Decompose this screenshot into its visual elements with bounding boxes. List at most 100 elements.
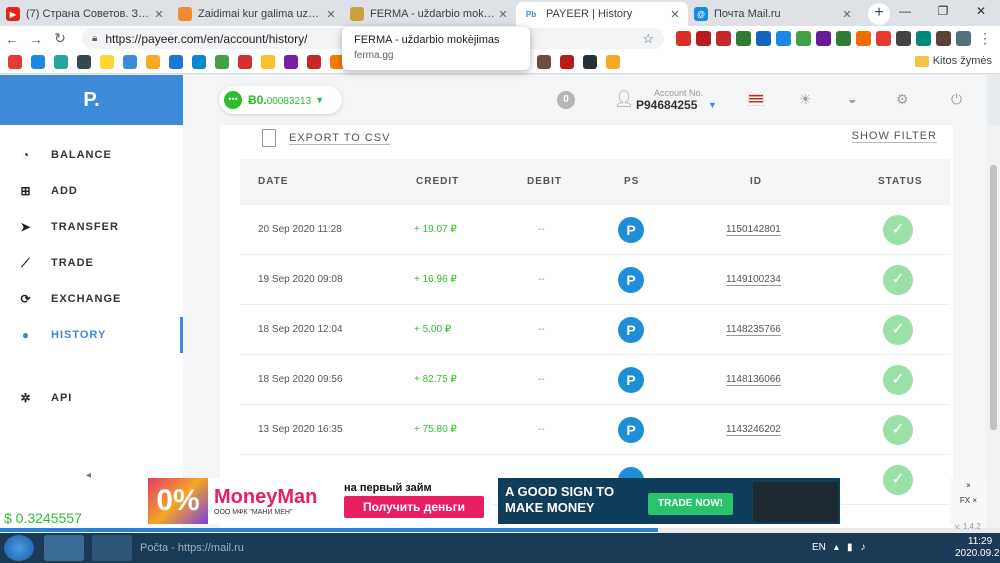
bookmark-icon[interactable] [537,55,551,69]
page-scrollbar[interactable] [987,125,1000,528]
bookmark-icon[interactable] [606,55,620,69]
close-tab-icon[interactable]: ✕ [496,8,510,21]
language-indicator[interactable]: EN [812,542,826,553]
sidebar-item-balance[interactable]: ◔ BALANCE [0,137,183,173]
row-id[interactable]: 1149100234 [726,255,781,305]
table-row[interactable]: 19 Sep 2020 09:08 + 16.96 ₽ -- P 1149100… [240,255,950,305]
bookmark-icon[interactable] [215,55,229,69]
browser-tab-active[interactable]: Pb PAYEER | History ✕ [516,2,688,26]
bookmark-icon[interactable] [123,55,137,69]
row-id[interactable]: 1143246202 [726,405,781,455]
column-header-credit[interactable]: CREDIT [416,159,459,205]
notifications-badge[interactable]: 0 [557,91,575,109]
show-filter-button[interactable]: SHOW FILTER [851,130,937,143]
extension-icon[interactable] [716,31,731,46]
trade-now-button[interactable]: TRADE NOW! [648,493,733,515]
close-tab-icon[interactable]: ✕ [668,8,682,21]
bookmark-icon[interactable] [31,55,45,69]
extension-icon[interactable] [796,31,811,46]
bookmark-icon[interactable] [238,55,252,69]
forward-icon[interactable]: → [24,31,48,47]
bookmark-icon[interactable] [307,55,321,69]
column-header-date[interactable]: DATE [258,159,288,205]
close-window-icon[interactable]: ✕ [962,0,1000,22]
ad-fx-label[interactable]: FX × [950,493,987,508]
export-csv-button[interactable]: EXPORT TO CSV [262,129,391,147]
bookmark-icon[interactable] [560,55,574,69]
taskbar-clock[interactable]: 11:29 2020.09.20 [955,536,1000,560]
bookmark-icon[interactable] [8,55,22,69]
extension-icon[interactable] [816,31,831,46]
taskbar-window-title[interactable]: Počta - https://mail.ru [140,542,244,554]
browser-tab[interactable]: FERMA - uždarbio mokėjimas ✕ [344,2,516,26]
extension-icon[interactable] [836,31,851,46]
bookmark-icon[interactable] [192,55,206,69]
extension-icon[interactable] [676,31,691,46]
sidebar-item-exchange[interactable]: ⟳ EXCHANGE [0,281,183,317]
bookmark-icon[interactable] [100,55,114,69]
extension-icon[interactable] [896,31,911,46]
extension-icon[interactable] [876,31,891,46]
sidebar-item-history[interactable]: ● HISTORY [0,317,183,353]
theme-sun-icon[interactable]: ☀ [799,91,812,108]
browser-tab[interactable]: Zaidimai kur galima uzsidirbti ti ✕ [172,2,344,26]
ad-cta-button[interactable]: Получить деньги [344,496,484,518]
extension-icon[interactable] [736,31,751,46]
extension-icon[interactable] [756,31,771,46]
extension-icon[interactable] [856,31,871,46]
payeer-logo[interactable]: P. [0,75,183,125]
scrollbar-thumb[interactable] [990,165,997,430]
bookmark-icon[interactable] [146,55,160,69]
balance-selector[interactable]: ••• Ƀ0.00083213 ▼ [219,86,342,114]
maximize-icon[interactable]: ❐ [924,0,962,22]
language-flag-icon[interactable] [748,94,764,106]
network-icon[interactable]: ▮ [847,542,853,553]
row-id[interactable]: 1148235766 [726,305,781,355]
back-icon[interactable]: ← [0,31,24,47]
close-tab-icon[interactable]: ✕ [152,8,166,21]
moneyman-ad-banner[interactable]: 0% MoneyMan ООО МФК "МАНИ МЕН" на первый… [148,478,493,524]
close-tab-icon[interactable]: ✕ [324,8,338,21]
extension-icon[interactable] [696,31,711,46]
table-row[interactable]: 18 Sep 2020 12:04 + 5.00 ₽ -- P 11482357… [240,305,950,355]
bookmark-icon[interactable] [583,55,597,69]
column-header-debit[interactable]: DEBIT [527,159,562,205]
volume-icon[interactable]: ♪ [860,542,865,553]
sidebar-item-api[interactable]: ✲ API [0,380,183,416]
column-header-status[interactable]: STATUS [878,159,923,205]
bookmark-star-icon[interactable]: ☆ [642,31,654,47]
table-row[interactable]: 20 Sep 2020 11:28 + 19.07 ₽ -- P 1150142… [240,205,950,255]
close-tab-icon[interactable]: ✕ [840,8,854,21]
extension-icon[interactable] [956,31,971,46]
chrome-menu-icon[interactable]: ⋮ [978,30,992,47]
browser-tab[interactable]: @ Почта Mail.ru ✕ [688,2,860,26]
collapse-sidebar-icon[interactable]: ◂ [86,470,91,481]
extension-icon[interactable] [776,31,791,46]
bookmark-icon[interactable] [261,55,275,69]
sidebar-item-add[interactable]: ⊞ ADD [0,173,183,209]
browser-tab[interactable]: ▶ (7) Страна Советов. Забытые В ✕ [0,2,172,26]
extension-icon[interactable] [916,31,931,46]
account-menu[interactable]: 👤︎ Account No. P94684255 ▼ [614,88,717,112]
chrome-taskbar-icon[interactable] [44,535,84,561]
support-icon[interactable]: ◒ [848,91,856,107]
column-header-id[interactable]: ID [750,159,762,205]
explorer-taskbar-icon[interactable] [92,535,132,561]
settings-gear-icon[interactable]: ⚙ [896,91,909,108]
logout-power-icon[interactable]: ⏻ [951,91,962,108]
sidebar-item-transfer[interactable]: ➤ TRANSFER [0,209,183,245]
extension-icon[interactable] [936,31,951,46]
row-id[interactable]: 1150142801 [726,205,781,255]
reload-icon[interactable]: ↻ [48,30,72,47]
sidebar-item-trade[interactable]: ⟋ TRADE [0,245,183,281]
bookmark-icon[interactable] [77,55,91,69]
other-bookmarks-folder[interactable]: Kitos žymės [914,55,992,67]
ad-close-icon[interactable]: × [950,478,987,493]
bookmark-icon[interactable] [54,55,68,69]
trade-ad-banner[interactable]: A GOOD SIGN TO MAKE MONEY TRADE NOW! [498,478,840,524]
minimize-icon[interactable]: — [886,0,924,22]
column-header-ps[interactable]: PS [624,159,639,205]
row-id[interactable]: 1148136066 [726,355,781,405]
bookmark-icon[interactable] [284,55,298,69]
bookmark-icon[interactable] [169,55,183,69]
